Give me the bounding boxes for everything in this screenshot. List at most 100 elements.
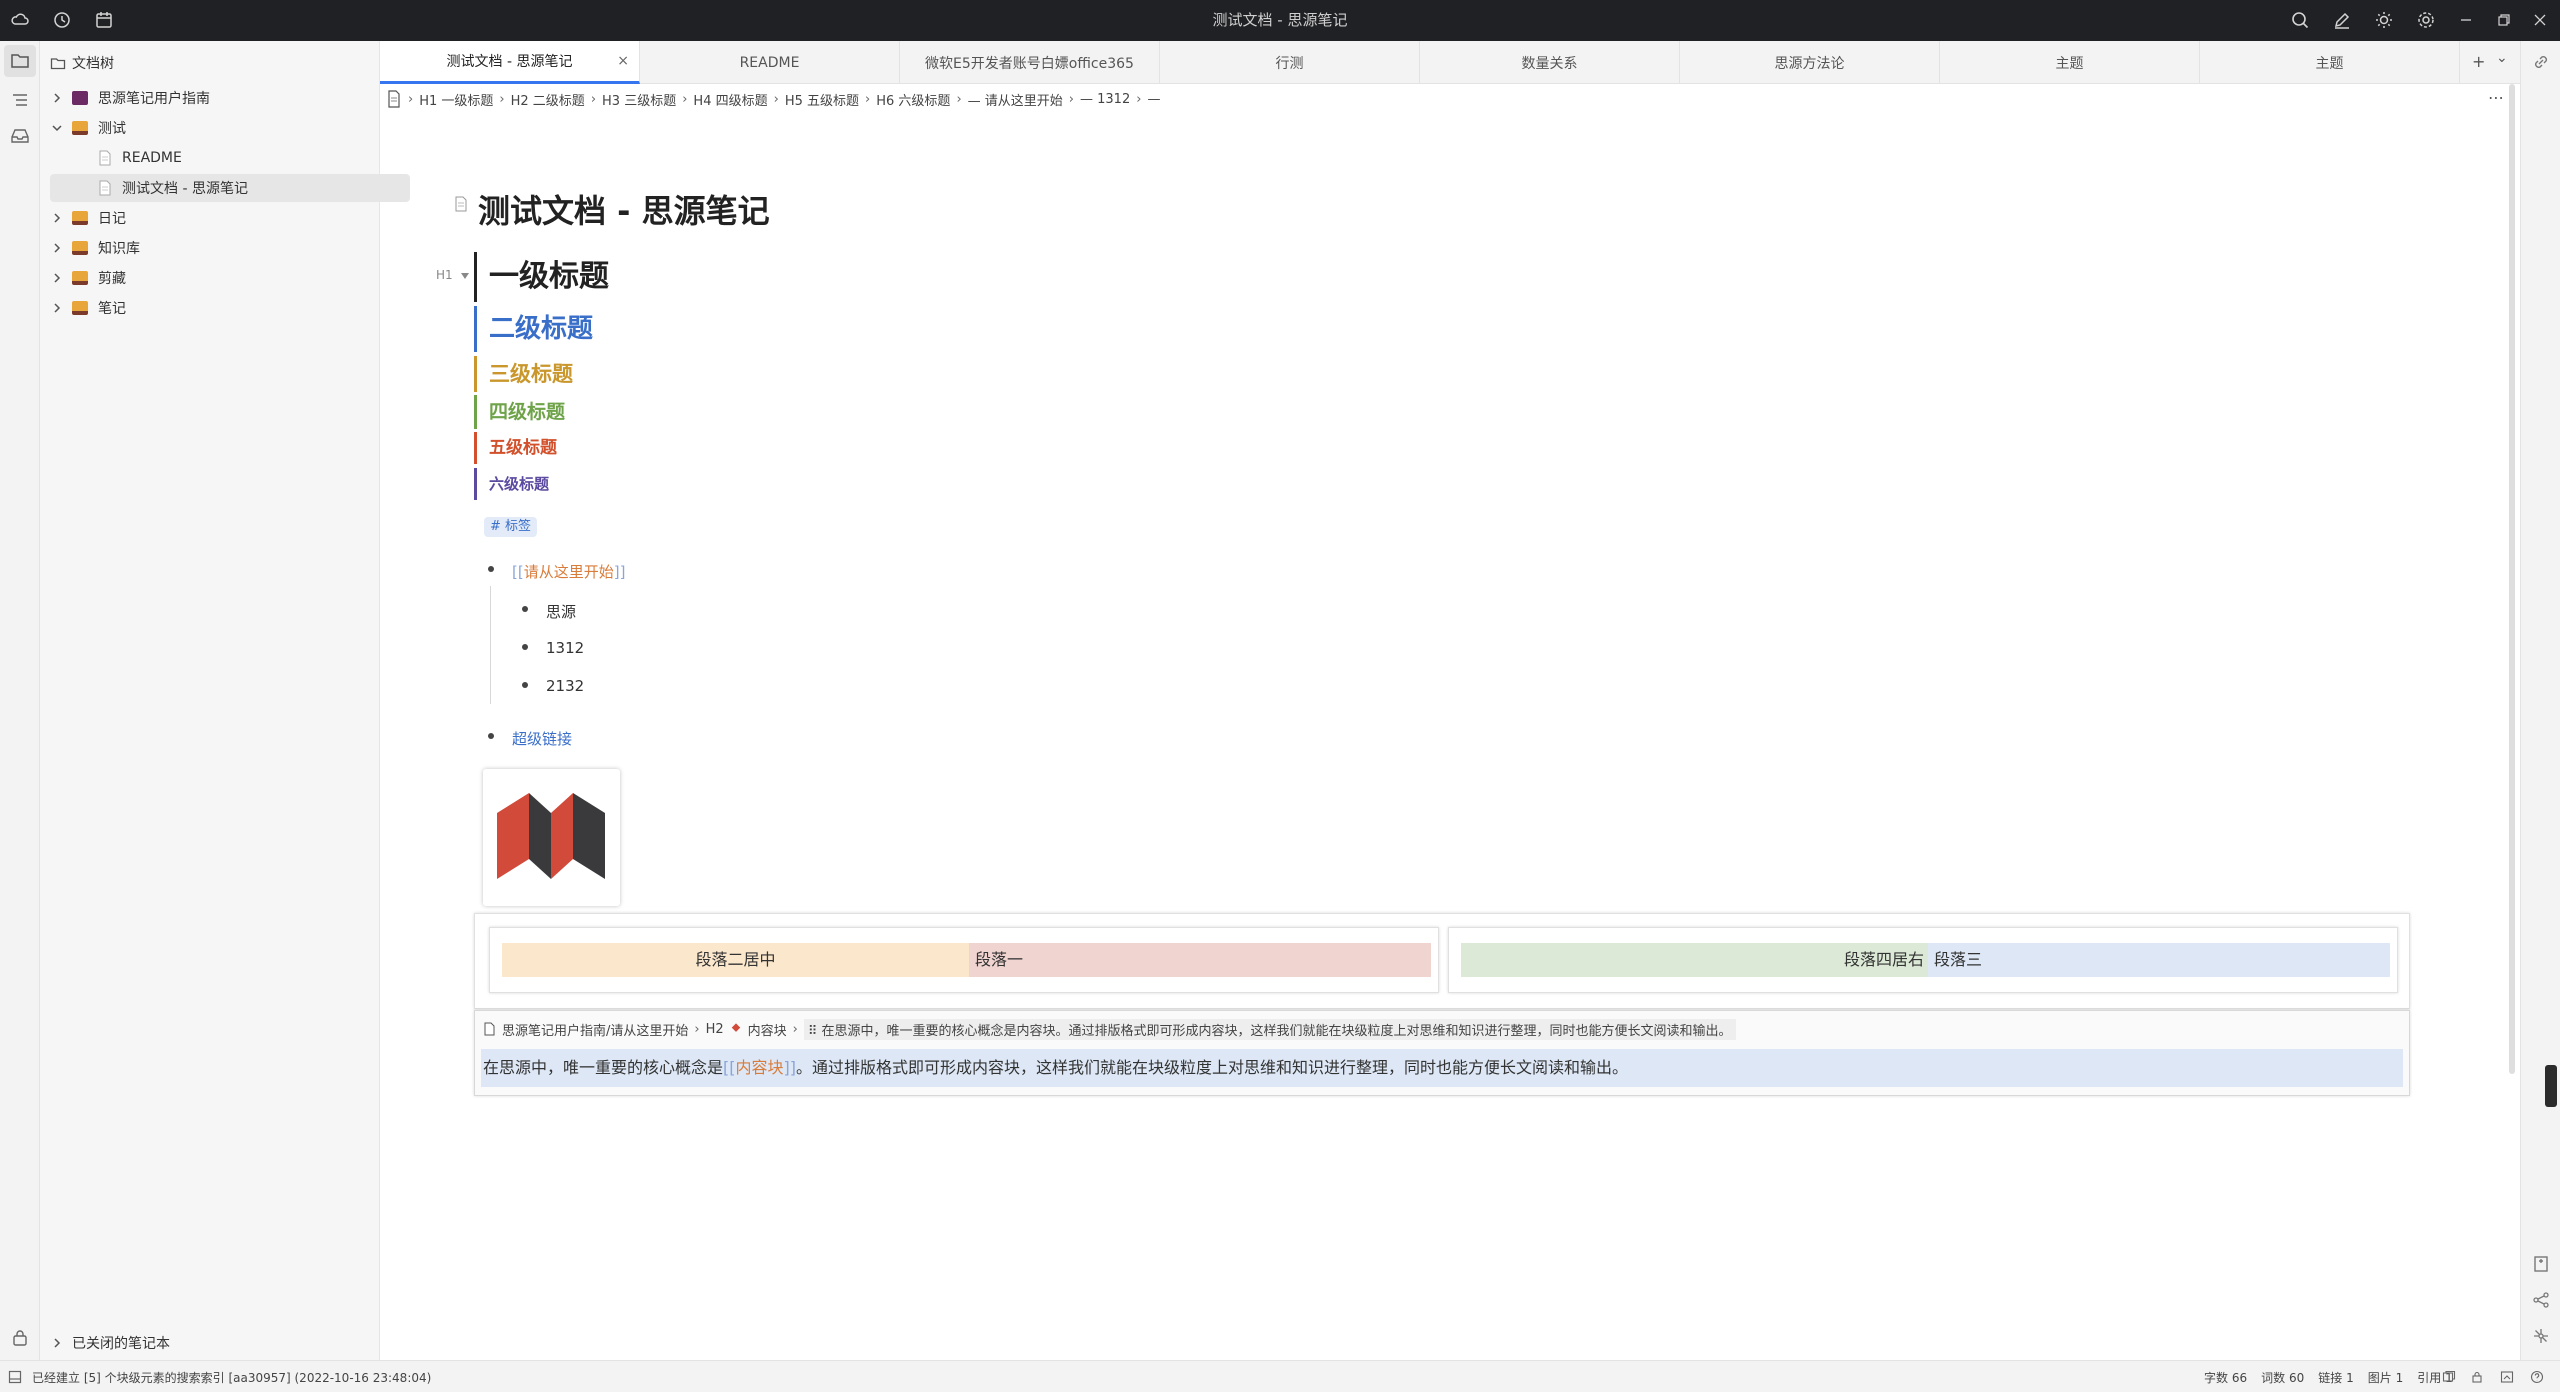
sync-status-icon[interactable]	[2442, 1370, 2456, 1384]
column-right[interactable]: 段落四居右 段落三	[1448, 927, 2398, 993]
crumb-h3[interactable]: H3 三级标题	[602, 90, 676, 109]
theme-sun-icon[interactable]	[2374, 10, 2394, 30]
heading-3[interactable]: 三级标题	[474, 356, 573, 392]
chevron-right-icon[interactable]	[50, 91, 64, 105]
chevron-right-icon[interactable]	[50, 271, 64, 285]
chevron-right-icon[interactable]	[50, 1336, 64, 1350]
crumb-list-end[interactable]: —	[1147, 92, 1160, 107]
more-menu-icon[interactable]: ⋯	[2488, 88, 2504, 107]
tree-item-readme[interactable]: README	[50, 144, 410, 172]
crumb-h6[interactable]: H6 六级标题	[876, 90, 950, 109]
paragraph[interactable]: 段落一	[969, 943, 1431, 977]
bookmark-icon[interactable]	[2530, 1253, 2552, 1275]
tree-item-knowledge[interactable]: 知识库	[50, 234, 410, 262]
help-icon[interactable]	[2530, 1370, 2544, 1384]
tab-readme[interactable]: README	[640, 41, 900, 84]
chevron-right-icon[interactable]	[50, 211, 64, 225]
crumb-h1[interactable]: H1 一级标题	[419, 90, 493, 109]
tab-test-doc[interactable]: 测试文档 - 思源笔记 ×	[380, 41, 640, 84]
embed-paragraph[interactable]: 在思源中，唯一重要的核心概念是[[内容块]]。通过排版格式即可形成内容块，这样我…	[481, 1049, 2403, 1087]
image-block[interactable]	[483, 769, 620, 906]
tab-e5[interactable]: 微软E5开发者账号白嫖office365	[900, 41, 1160, 84]
crumb-list-child[interactable]: — 1312	[1080, 92, 1130, 107]
chevron-right-icon[interactable]	[50, 301, 64, 315]
list-bullet[interactable]	[522, 682, 528, 688]
tab-theme-2[interactable]: 主题	[2200, 41, 2460, 84]
tree-item-user-guide[interactable]: 思源笔记用户指南	[50, 84, 410, 112]
list-bullet[interactable]	[488, 733, 494, 739]
lock-dock-icon[interactable]	[9, 1327, 31, 1349]
embed-block[interactable]: 思源笔记用户指南/请从这里开始 › H2 内容块 › ⠿ 在思源中，唯一重要的核…	[474, 1010, 2410, 1096]
doc-counts[interactable]: 字数 66 词数 60 链接 1 图片 1 引用 1	[2204, 1369, 2453, 1386]
chevron-down-icon[interactable]	[50, 121, 64, 135]
scroll-handle[interactable]	[2545, 1065, 2557, 1107]
closed-notebooks[interactable]: 已关闭的笔记本	[50, 1329, 410, 1357]
tree-item-test-doc[interactable]: 测试文档 - 思源笔记	[50, 174, 410, 202]
list-bullet[interactable]	[488, 566, 494, 572]
settings-gear-icon[interactable]	[2416, 10, 2436, 30]
backlink-icon[interactable]	[2530, 51, 2552, 73]
list-bullet[interactable]	[522, 644, 528, 650]
global-graph-icon[interactable]	[2530, 1325, 2552, 1347]
embed-crumb-path[interactable]: 思源笔记用户指南/请从这里开始	[502, 1020, 688, 1039]
edit-icon[interactable]	[2332, 10, 2352, 30]
list-item[interactable]: 思源	[546, 601, 576, 622]
lock-icon[interactable]	[2470, 1370, 2484, 1384]
hyperlink[interactable]: 超级链接	[512, 728, 572, 749]
heading-1[interactable]: 一级标题	[474, 252, 609, 302]
tree-item-diary[interactable]: 日记	[50, 204, 410, 232]
layout-icon[interactable]	[2500, 1370, 2514, 1384]
list-item[interactable]: 1312	[546, 639, 584, 657]
super-block[interactable]: 段落二居中 段落一 段落四居右 段落三	[474, 913, 2410, 1009]
tab-method[interactable]: 思源方法论	[1680, 41, 1940, 84]
tag-chip[interactable]: # 标签	[484, 517, 538, 537]
embed-crumb-block[interactable]: ⠿ 在思源中，唯一重要的核心概念是内容块。通过排版格式即可形成内容块，这样我们就…	[803, 1018, 1736, 1040]
tab-quantity[interactable]: 数量关系	[1420, 41, 1680, 84]
doc-title[interactable]: 测试文档 - 思源笔记	[478, 186, 770, 232]
heading-gutter-label[interactable]: H1	[436, 268, 453, 282]
block-ref-start[interactable]: [[请从这里开始]]	[512, 561, 625, 582]
collapse-caret-icon[interactable]	[460, 271, 470, 281]
crumb-h4[interactable]: H4 四级标题	[693, 90, 767, 109]
tab-close-icon[interactable]: ×	[617, 53, 629, 69]
tree-item-notes[interactable]: 笔记	[50, 294, 410, 322]
inbox-icon[interactable]	[9, 125, 31, 147]
close-window-icon[interactable]	[2530, 10, 2550, 30]
editor-scrollbar[interactable]	[2509, 84, 2515, 1074]
history-icon[interactable]	[52, 10, 72, 30]
paragraph[interactable]: 段落三	[1928, 943, 2390, 977]
heading-6[interactable]: 六级标题	[474, 468, 549, 500]
heading-4[interactable]: 四级标题	[474, 395, 565, 429]
new-tab-button[interactable]: +	[2472, 52, 2485, 71]
notebook-icon	[72, 271, 88, 285]
chevron-right-icon[interactable]	[50, 241, 64, 255]
restore-icon[interactable]	[2494, 10, 2514, 30]
list-item[interactable]: 2132	[546, 677, 584, 695]
calendar-icon[interactable]	[94, 10, 114, 30]
tab-xingce[interactable]: 行测	[1160, 41, 1420, 84]
paragraph-right[interactable]: 段落四居右	[1461, 943, 1928, 977]
document-icon[interactable]	[386, 90, 402, 108]
paragraph-centered[interactable]: 段落二居中	[502, 943, 969, 977]
minimize-icon[interactable]	[2456, 10, 2476, 30]
crumb-h2[interactable]: H2 二级标题	[511, 90, 585, 109]
tab-dropdown-button[interactable]: ⌄	[2496, 50, 2508, 66]
tab-theme-1[interactable]: 主题	[1940, 41, 2200, 84]
column-left[interactable]: 段落二居中 段落一	[489, 927, 1439, 993]
outline-icon[interactable]	[9, 89, 31, 111]
graph-icon[interactable]	[2530, 1289, 2552, 1311]
file-tree-icon[interactable]	[4, 45, 36, 77]
drag-handle-icon: ⠿	[807, 1023, 822, 1039]
heading-5[interactable]: 五级标题	[474, 432, 557, 464]
tree-item-test[interactable]: 测试	[50, 114, 410, 142]
search-icon[interactable]	[2290, 10, 2310, 30]
tab-label: 思源方法论	[1774, 55, 1845, 72]
tree-item-clip[interactable]: 剪藏	[50, 264, 410, 292]
cloud-sync-icon[interactable]	[10, 10, 30, 30]
heading-2[interactable]: 二级标题	[474, 306, 593, 352]
crumb-list-item[interactable]: — 请从这里开始	[968, 90, 1063, 109]
embed-crumb-heading[interactable]: 内容块	[748, 1020, 787, 1039]
list-bullet[interactable]	[522, 606, 528, 612]
crumb-h5[interactable]: H5 五级标题	[785, 90, 859, 109]
dock-toggle-icon[interactable]	[8, 1370, 22, 1384]
